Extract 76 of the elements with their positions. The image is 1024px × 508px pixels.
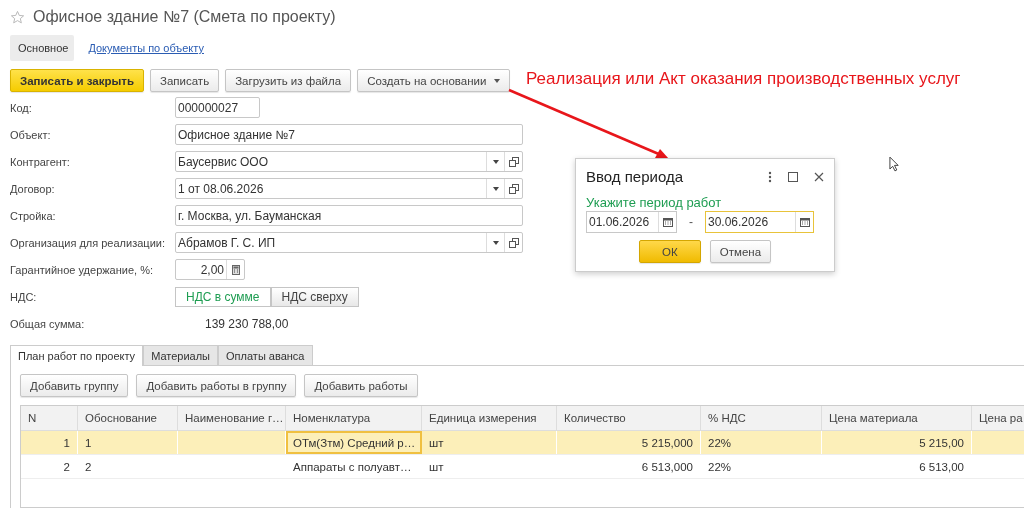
table-cell: 5 215,00 bbox=[919, 436, 964, 449]
table-row[interactable]: 2 2 Аппараты с полуавт… шт 6 513,000 22% 6 513,00 bbox=[21, 455, 1024, 479]
select-field[interactable]: Абрамов Г. С. ИП bbox=[175, 232, 523, 253]
table-cell: 22% bbox=[708, 460, 732, 473]
column-header[interactable]: Обоснование bbox=[78, 406, 178, 430]
table-cell: шт bbox=[429, 460, 444, 473]
open-icon[interactable] bbox=[504, 179, 522, 198]
field-label: Общая сумма: bbox=[10, 317, 86, 330]
maximize-icon[interactable] bbox=[788, 171, 798, 182]
annotation-text: Реализация или Акт оказания производственных услуг bbox=[526, 69, 961, 89]
date-field[interactable]: 01.06.2026 bbox=[586, 211, 677, 233]
table-cell: ОТм(Зтм) Средний р… bbox=[293, 436, 416, 449]
dialog-button[interactable]: ОК bbox=[638, 240, 701, 263]
toggle-option[interactable]: НДС сверху bbox=[270, 286, 359, 307]
table-cell: 6 513,00 bbox=[919, 460, 964, 473]
range-separator: - bbox=[688, 215, 694, 229]
star-icon[interactable] bbox=[10, 9, 25, 25]
number-field[interactable]: 2,00 bbox=[175, 259, 245, 280]
table-cell: 1 bbox=[63, 436, 70, 449]
dialog-button[interactable]: Отмена bbox=[709, 240, 772, 263]
total-value: 139 230 788,00 bbox=[205, 316, 289, 331]
table-button[interactable]: Добавить группу bbox=[20, 374, 129, 397]
table-cell: 5 215,000 bbox=[641, 436, 693, 449]
select-field[interactable]: 1 от 08.06.2026 bbox=[175, 178, 523, 199]
dialog-hint: Укажите период работ bbox=[586, 195, 723, 210]
dialog-title: Ввод периода bbox=[586, 168, 685, 185]
open-icon[interactable] bbox=[504, 233, 522, 252]
table-cell: 2 bbox=[85, 460, 92, 473]
nav-tab[interactable]: Основное bbox=[10, 35, 75, 61]
nav-tab[interactable]: Документы по объекту bbox=[80, 35, 210, 61]
field-label: Код: bbox=[10, 101, 33, 114]
field-label: НДС: bbox=[10, 290, 38, 303]
field-label: Гарантийное удержание, %: bbox=[10, 263, 154, 276]
column-header[interactable]: N bbox=[21, 406, 78, 430]
input-field[interactable]: 000000027 bbox=[175, 97, 260, 118]
column-header[interactable]: % НДС bbox=[701, 406, 822, 430]
toolbar-button[interactable]: Создать на основании bbox=[357, 69, 511, 92]
column-header[interactable]: Цена ра bbox=[972, 406, 1024, 430]
table-cell: 1 bbox=[85, 436, 92, 449]
input-field[interactable]: г. Москва, ул. Бауманская bbox=[175, 205, 523, 226]
toolbar-button[interactable]: Загрузить из файла bbox=[225, 69, 352, 92]
date-field[interactable]: 30.06.2026 bbox=[705, 211, 814, 233]
table-cell: 2 bbox=[63, 460, 70, 473]
column-header[interactable]: Номенклатура bbox=[286, 406, 422, 430]
select-field[interactable]: Баусервис ООО bbox=[175, 151, 523, 172]
tab[interactable]: План работ по проекту bbox=[10, 345, 144, 366]
toolbar-button[interactable]: Записать и закрыть bbox=[10, 69, 144, 92]
close-icon[interactable] bbox=[814, 171, 824, 182]
table-cell: 6 513,000 bbox=[641, 460, 693, 473]
field-label: Организация для реализации: bbox=[10, 236, 166, 249]
more-icon[interactable] bbox=[768, 170, 772, 183]
open-icon[interactable] bbox=[504, 152, 522, 171]
table-button[interactable]: Добавить работы в группу bbox=[136, 374, 297, 397]
table-cell: 22% bbox=[708, 436, 732, 449]
field-label: Договор: bbox=[10, 182, 56, 195]
tab[interactable]: Материалы bbox=[143, 345, 219, 365]
column-header[interactable]: Единица измерения bbox=[422, 406, 557, 430]
input-field[interactable]: Офисное здание №7 bbox=[175, 124, 523, 145]
pointer-icon bbox=[889, 156, 900, 172]
table-row[interactable]: 1 1 ОТм(Зтм) Средний р… шт 5 215,000 22% 5 215,00 bbox=[21, 431, 1024, 455]
table-button[interactable]: Добавить работы bbox=[304, 374, 418, 397]
table-cell: шт bbox=[429, 436, 444, 449]
calendar-icon[interactable] bbox=[658, 212, 676, 232]
toolbar-button[interactable]: Записать bbox=[150, 69, 220, 92]
field-label: Контрагент: bbox=[10, 155, 71, 168]
table-cell: Аппараты с полуавт… bbox=[293, 460, 412, 473]
window-title: Офисное здание №7 (Смета по проекту) bbox=[33, 8, 336, 26]
column-header[interactable]: Количество bbox=[557, 406, 701, 430]
column-header[interactable]: Наименование г… bbox=[178, 406, 286, 430]
calendar-icon[interactable] bbox=[795, 212, 813, 232]
caret-icon bbox=[494, 78, 501, 83]
tab[interactable]: Оплаты аванса bbox=[218, 345, 313, 365]
field-label: Стройка: bbox=[10, 209, 57, 222]
field-label: Объект: bbox=[10, 128, 52, 141]
toggle-option[interactable]: НДС в сумме bbox=[175, 286, 271, 307]
column-header[interactable]: Цена материала bbox=[822, 406, 972, 430]
